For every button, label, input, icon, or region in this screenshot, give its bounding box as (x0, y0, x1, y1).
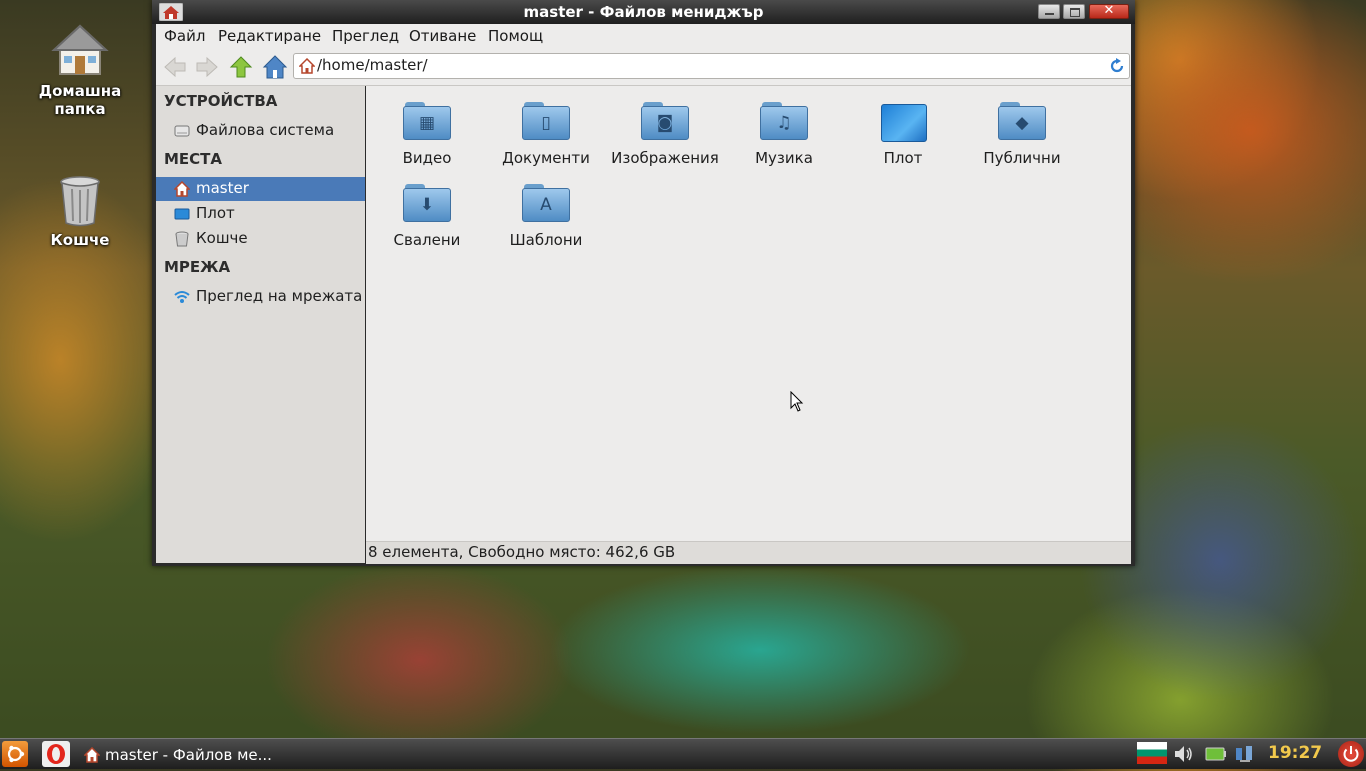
taskbar-item-file-manager[interactable]: master - Файлов ме... (82, 741, 272, 767)
file-item-pictures[interactable]: ◙ Изображения (606, 102, 724, 167)
sidebar-item-filesystem[interactable]: Файлова система (156, 119, 365, 143)
file-item-label: Плот (883, 149, 923, 167)
up-arrow-icon (229, 56, 253, 78)
status-text: 8 елемента, Свободно място: 462,6 GB (368, 543, 676, 561)
sidebar-item-label: master (196, 179, 249, 197)
location-bar[interactable]: /home/master/ (293, 53, 1130, 79)
minimize-button[interactable] (1038, 4, 1060, 19)
sidebar-header-network: МРЕЖА (164, 258, 231, 276)
menu-launcher-button[interactable] (2, 741, 28, 767)
sidebar-header-places: МЕСТА (164, 150, 223, 168)
home-icon (84, 747, 100, 763)
desktop-icon-trash-label: Кошче (50, 231, 110, 249)
opera-launcher-button[interactable] (42, 741, 70, 767)
sidebar-item-label: Преглед на мрежата (196, 287, 363, 305)
public-folder-icon: ◆ (998, 102, 1046, 142)
maximize-button[interactable] (1063, 4, 1085, 19)
window-title: master - Файлов мениджър (523, 3, 764, 21)
desktop-icon (174, 208, 190, 220)
sidebar-item-desktop[interactable]: Плот (156, 202, 365, 226)
file-item-label: Свалени (393, 231, 461, 249)
toolbar: /home/master/ (156, 48, 1131, 86)
file-item-label: Изображения (611, 149, 719, 167)
music-folder-icon: ♫ (760, 102, 808, 142)
desktop-icon-trash[interactable]: Кошче (25, 175, 135, 249)
power-icon (1343, 746, 1359, 762)
desktop-icon-home-label2: папка (54, 100, 106, 118)
file-item-desktop[interactable]: Плот (844, 102, 962, 167)
menu-view[interactable]: Преглед (332, 27, 399, 45)
downloads-folder-icon: ⬇ (403, 184, 451, 224)
minimize-icon (1045, 13, 1054, 15)
sidebar-header-devices: УСТРОЙСТВА (164, 92, 278, 110)
close-icon: ✕ (1103, 3, 1115, 18)
file-manager-window: master - Файлов мениджър ✕ Файл Редактир… (152, 0, 1135, 566)
forward-arrow-icon (196, 56, 218, 78)
file-view[interactable]: ▦ Видео ▯ Документи ◙ Изображения ♫ Музи… (366, 86, 1131, 541)
file-item-label: Шаблони (509, 231, 583, 249)
sidebar-item-label: Плот (196, 204, 235, 222)
sidebar-item-master[interactable]: master (156, 177, 365, 201)
menu-file[interactable]: Файл (164, 27, 205, 45)
desktop-folder-icon (879, 102, 927, 142)
clock[interactable]: 19:27 (1268, 743, 1322, 763)
file-item-downloads[interactable]: ⬇ Свалени (368, 184, 486, 249)
statusbar: 8 елемента, Свободно място: 462,6 GB (366, 541, 1131, 564)
close-button[interactable]: ✕ (1089, 3, 1129, 19)
file-item-label: Публични (983, 149, 1061, 167)
file-item-public[interactable]: ◆ Публични (963, 102, 1081, 167)
sidebar-item-network[interactable]: Преглед на мрежата (156, 285, 365, 309)
location-path: /home/master/ (317, 56, 428, 74)
menu-help[interactable]: Помощ (488, 27, 543, 45)
battery-icon[interactable] (1205, 747, 1227, 761)
volume-icon[interactable] (1174, 745, 1194, 763)
file-item-label: Музика (755, 149, 813, 167)
file-item-label: Документи (502, 149, 590, 167)
forward-button[interactable] (194, 54, 220, 80)
file-item-music[interactable]: ♫ Музика (725, 102, 843, 167)
bulgarian-flag-icon (1137, 742, 1167, 764)
opera-icon (47, 744, 65, 764)
sidebar-item-trash[interactable]: Кошче (156, 227, 365, 251)
network-icon (174, 291, 190, 303)
file-item-templates[interactable]: A Шаблони (487, 184, 605, 249)
taskbar: master - Файлов ме... 19:27 (0, 738, 1366, 769)
home-icon (299, 58, 315, 74)
keyboard-layout-indicator[interactable] (1137, 742, 1167, 764)
sidebar-item-label: Кошче (196, 229, 248, 247)
power-button[interactable] (1338, 741, 1364, 767)
reload-icon[interactable] (1109, 58, 1125, 74)
templates-folder-icon: A (522, 184, 570, 224)
video-folder-icon: ▦ (403, 102, 451, 142)
window-titlebar[interactable]: master - Файлов мениджър ✕ (152, 0, 1135, 24)
back-arrow-icon (164, 56, 186, 78)
maximize-icon (1070, 8, 1080, 17)
menubar: Файл Редактиране Преглед Отиване Помощ (156, 24, 1131, 48)
file-item-documents[interactable]: ▯ Документи (487, 102, 605, 167)
mouse-cursor-icon (790, 391, 804, 412)
trash-icon (175, 231, 189, 247)
sidebar-item-label: Файлова система (196, 121, 335, 139)
desktop-icon-home[interactable]: Домашна папка (25, 22, 135, 118)
network-status-icon[interactable] (1233, 744, 1257, 764)
file-item-video[interactable]: ▦ Видео (368, 102, 486, 167)
home-icon (262, 55, 288, 79)
ubuntu-logo-icon (7, 745, 25, 763)
file-item-label: Видео (402, 149, 452, 167)
taskbar-item-label: master - Файлов ме... (105, 746, 272, 764)
drive-icon (174, 125, 190, 137)
home-button[interactable] (262, 54, 288, 80)
trash-icon (60, 176, 100, 227)
home-folder-icon (51, 24, 109, 75)
pictures-folder-icon: ◙ (641, 102, 689, 142)
sidebar: УСТРОЙСТВА Файлова система МЕСТА master … (156, 86, 365, 563)
desktop-icon-home-label: Домашна (38, 82, 122, 100)
documents-folder-icon: ▯ (522, 102, 570, 142)
back-button[interactable] (162, 54, 188, 80)
home-icon (174, 181, 190, 197)
menu-go[interactable]: Отиване (409, 27, 476, 45)
menu-edit[interactable]: Редактиране (218, 27, 321, 45)
up-button[interactable] (228, 54, 254, 80)
